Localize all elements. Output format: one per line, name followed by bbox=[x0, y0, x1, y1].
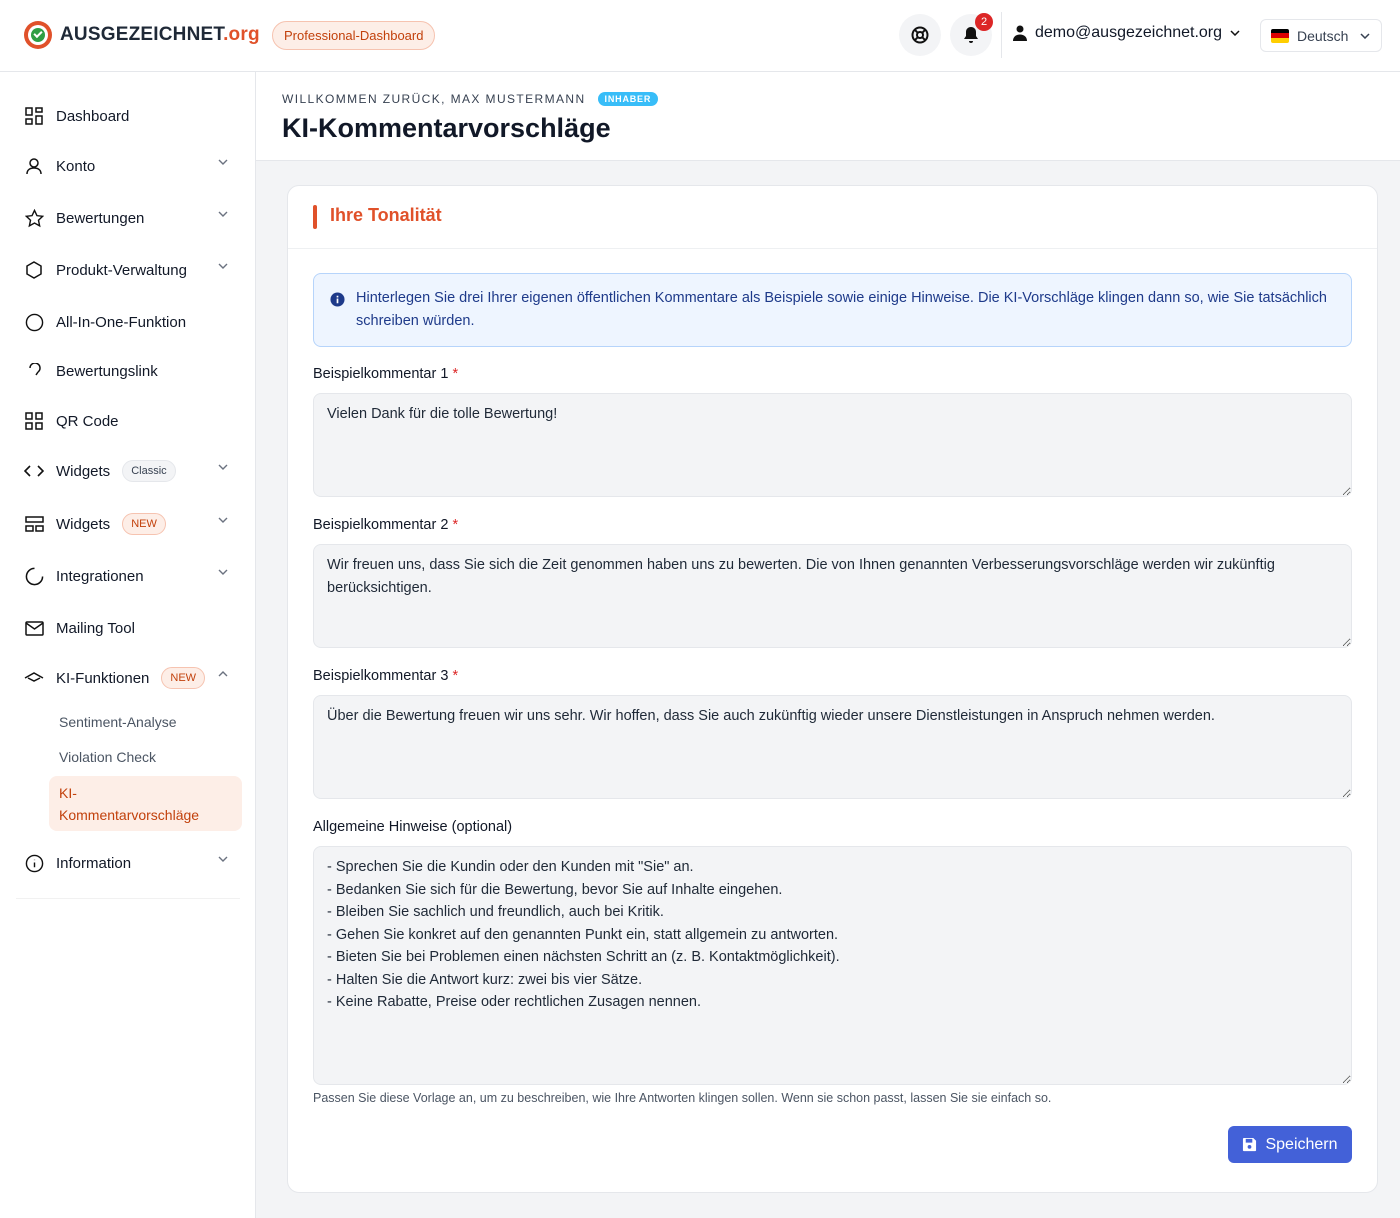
card-header: Ihre Tonalität bbox=[288, 186, 1377, 249]
page-header: WILLKOMMEN ZURÜCK, MAX MUSTERMANN INHABE… bbox=[256, 72, 1400, 161]
ai-icon bbox=[24, 668, 44, 688]
example-comment-2-label: Beispielkommentar 2 * bbox=[313, 517, 459, 533]
mail-icon bbox=[24, 618, 44, 638]
example-comment-1-input[interactable]: Vielen Dank für die tolle Bewertung! bbox=[313, 393, 1352, 497]
language-select[interactable]: Deutsch bbox=[1260, 19, 1382, 52]
hexagon-icon bbox=[24, 260, 44, 280]
info-circle-icon bbox=[330, 292, 345, 307]
sidebar-item-dashboard[interactable]: Dashboard bbox=[24, 101, 236, 131]
tonality-card: Ihre Tonalität Hinterlegen Sie drei Ihre… bbox=[287, 185, 1378, 1193]
sidebar-item-bewertungslink[interactable]: Bewertungslink bbox=[24, 356, 236, 386]
logo-seal-icon bbox=[24, 21, 52, 49]
link-icon bbox=[24, 361, 44, 381]
sidebar-item-ki-funktionen[interactable]: KI-Funktionen NEW bbox=[24, 663, 236, 693]
top-bar: AUSGEZEICHNET.org Professional-Dashboard… bbox=[0, 0, 1400, 72]
lifebuoy-icon bbox=[911, 26, 929, 44]
classic-badge: Classic bbox=[122, 460, 176, 482]
chevron-down-icon bbox=[1230, 30, 1240, 36]
chevron-down-icon bbox=[218, 263, 228, 269]
chevron-up-icon bbox=[218, 671, 228, 677]
user-icon bbox=[24, 156, 44, 176]
chevron-down-icon bbox=[218, 464, 228, 470]
logo-text: AUSGEZEICHNET.org bbox=[60, 24, 260, 45]
chevron-down-icon bbox=[218, 569, 228, 575]
header-divider bbox=[1001, 12, 1002, 58]
star-icon bbox=[24, 208, 44, 228]
qr-code-icon bbox=[24, 411, 44, 431]
info-icon bbox=[24, 853, 44, 873]
sidebar-item-produkt-verwaltung[interactable]: Produkt-Verwaltung bbox=[24, 255, 236, 285]
example-comment-1-label: Beispielkommentar 1 * bbox=[313, 366, 459, 382]
user-icon bbox=[1013, 25, 1027, 41]
spinner-icon bbox=[24, 566, 44, 586]
welcome-line: WILLKOMMEN ZURÜCK, MAX MUSTERMANN INHABE… bbox=[282, 92, 659, 106]
save-button[interactable]: Speichern bbox=[1228, 1126, 1352, 1163]
sidebar-item-konto[interactable]: Konto bbox=[24, 151, 236, 181]
general-notes-hint: Passen Sie diese Vorlage an, um zu besch… bbox=[313, 1091, 1052, 1105]
sidebar-subitem-ki-kommentarvorschlaege[interactable]: KI- Kommentarvorschläge bbox=[49, 776, 242, 831]
sidebar-item-information[interactable]: Information bbox=[24, 848, 236, 878]
dashboard-badge: Professional-Dashboard bbox=[272, 21, 436, 50]
chevron-down-icon bbox=[218, 517, 228, 523]
new-badge: NEW bbox=[161, 667, 206, 689]
info-text: Hinterlegen Sie drei Ihrer eigenen öffen… bbox=[356, 290, 1327, 329]
sidebar-divider bbox=[16, 898, 240, 899]
new-badge: NEW bbox=[122, 513, 166, 535]
german-flag-icon bbox=[1271, 28, 1289, 43]
user-email: demo@ausgezeichnet.org bbox=[1035, 24, 1223, 41]
support-button[interactable] bbox=[899, 14, 941, 56]
example-comment-3-input[interactable]: Über die Bewertung freuen wir uns sehr. … bbox=[313, 695, 1352, 799]
logo[interactable]: AUSGEZEICHNET.org bbox=[24, 21, 260, 49]
bell-icon bbox=[964, 27, 978, 43]
general-notes-input[interactable]: - Sprechen Sie die Kundin oder den Kunde… bbox=[313, 846, 1352, 1085]
chevron-down-icon bbox=[218, 159, 228, 165]
notifications-button[interactable]: 2 bbox=[950, 13, 993, 56]
general-notes-label: Allgemeine Hinweise (optional) bbox=[313, 819, 513, 835]
card-title: Ihre Tonalität bbox=[330, 205, 442, 225]
sidebar-item-integrationen[interactable]: Integrationen bbox=[24, 561, 236, 591]
widget-icon bbox=[24, 514, 44, 534]
example-comment-3-label: Beispielkommentar 3 * bbox=[313, 668, 459, 684]
circle-icon bbox=[24, 312, 44, 332]
notification-count-badge: 2 bbox=[975, 13, 993, 31]
sidebar-item-bewertungen[interactable]: Bewertungen bbox=[24, 203, 236, 233]
sidebar-subitem-violation-check[interactable]: Violation Check bbox=[59, 749, 156, 765]
chevron-down-icon bbox=[1360, 32, 1370, 39]
example-comment-2-input[interactable]: Wir freuen uns, dass Sie sich die Zeit g… bbox=[313, 544, 1352, 648]
sidebar-item-all-in-one[interactable]: All-In-One-Funktion bbox=[24, 307, 236, 337]
sidebar: Dashboard Konto Bewertungen Produkt-Verw… bbox=[0, 72, 256, 1218]
page-title: KI-Kommentarvorschläge bbox=[282, 113, 611, 143]
sidebar-item-widgets-classic[interactable]: Widgets Classic bbox=[24, 456, 236, 486]
dashboard-icon bbox=[24, 106, 44, 126]
language-label: Deutsch bbox=[1297, 27, 1349, 44]
save-icon bbox=[1243, 1137, 1257, 1152]
info-alert: Hinterlegen Sie drei Ihrer eigenen öffen… bbox=[313, 273, 1352, 347]
welcome-text: WILLKOMMEN ZURÜCK, MAX MUSTERMANN bbox=[282, 92, 586, 106]
code-icon bbox=[24, 461, 44, 481]
sidebar-item-mailing-tool[interactable]: Mailing Tool bbox=[24, 613, 236, 643]
card-accent-bar bbox=[313, 205, 317, 229]
chevron-down-icon bbox=[218, 856, 228, 862]
user-menu[interactable]: demo@ausgezeichnet.org bbox=[1013, 24, 1240, 42]
chevron-down-icon bbox=[218, 211, 228, 217]
role-badge: INHABER bbox=[597, 92, 659, 106]
sidebar-item-qr-code[interactable]: QR Code bbox=[24, 406, 236, 436]
sidebar-item-widgets-new[interactable]: Widgets NEW bbox=[24, 509, 236, 539]
sidebar-subitem-sentiment-analyse[interactable]: Sentiment-Analyse bbox=[59, 714, 177, 730]
